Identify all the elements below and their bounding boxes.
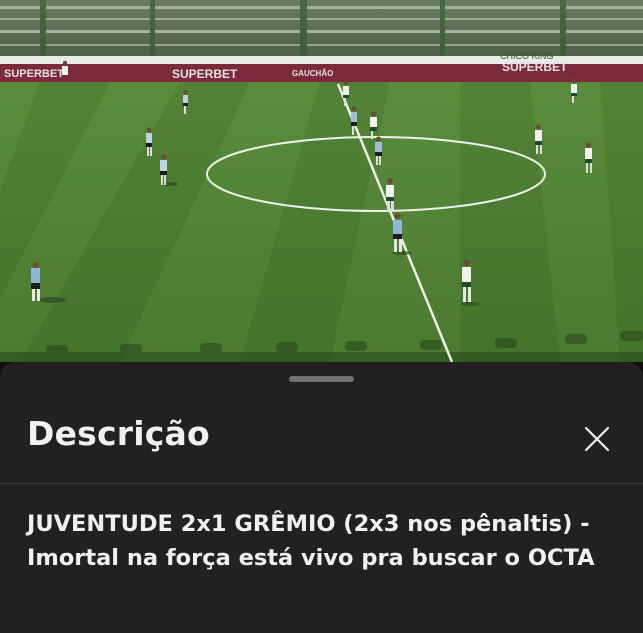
app-screen: SUPERBET SUPERBET GAUCHÃO SUPERBET CHICO… (0, 0, 643, 633)
panel-title: Descrição (27, 414, 210, 453)
panel-header: Descrição (0, 402, 643, 482)
video-player[interactable]: SUPERBET SUPERBET GAUCHÃO SUPERBET CHICO… (0, 0, 643, 362)
divider (0, 483, 643, 484)
video-title: JUVENTUDE 2x1 GRÊMIO (2x3 nos pênaltis) … (27, 511, 595, 571)
ad-board-5: CHICO KING (500, 51, 554, 61)
close-button[interactable] (572, 414, 622, 464)
match-frame: SUPERBET SUPERBET GAUCHÃO SUPERBET CHICO… (0, 0, 643, 362)
close-icon (584, 426, 610, 452)
drag-handle[interactable] (289, 376, 354, 382)
ad-board-3: GAUCHÃO (292, 69, 333, 78)
description-panel: Descrição JUVENTUDE 2x1 GRÊMIO (2x3 nos … (0, 362, 643, 633)
ad-board-2: SUPERBET (172, 67, 238, 81)
ad-board-4: SUPERBET (502, 60, 568, 74)
ad-board-1: SUPERBET (4, 68, 64, 80)
player (62, 60, 68, 75)
